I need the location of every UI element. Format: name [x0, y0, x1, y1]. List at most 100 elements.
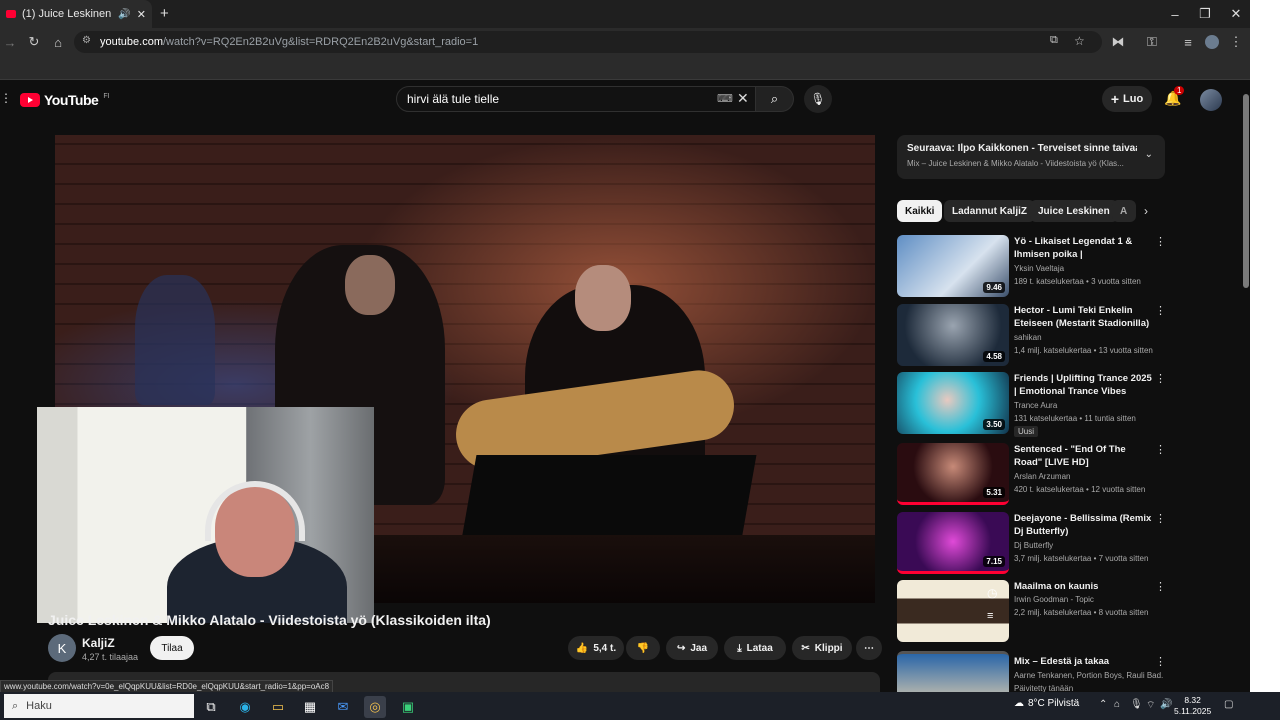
home-icon[interactable]: ⌂ [48, 32, 68, 52]
install-icon[interactable]: ⧉ [1050, 34, 1058, 47]
channel-name[interactable]: KaljiZ [82, 636, 115, 650]
search-input[interactable]: hirvi älä tule tielle ⌨ ✕ [396, 86, 756, 112]
download-button[interactable]: ⤓ Lataa [724, 636, 786, 660]
network-icon[interactable]: ⌂ [1114, 699, 1120, 710]
channel-avatar[interactable]: K [48, 634, 76, 662]
search-button[interactable]: ⌕ [756, 86, 794, 112]
chip-partial[interactable]: A [1112, 200, 1136, 222]
channel-name: Yksin Vaeltaja [1014, 264, 1065, 273]
task-view-icon[interactable]: ⧉ [200, 696, 222, 718]
subscriber-count: 4,27 t. tilaajaa [82, 652, 139, 662]
chip-uploaded-by[interactable]: Ladannut KaljiZ [944, 200, 1035, 222]
store-icon[interactable]: ▦ [299, 696, 321, 718]
list-item[interactable]: 5.31 Sentenced - "End Of The Road" [LIVE… [897, 443, 1167, 507]
dislike-button[interactable]: 👎 [626, 636, 660, 660]
spotify-app-icon[interactable]: ▣ [397, 696, 419, 718]
list-item[interactable]: 9.46 Yö - Likaiset Legendat 1 & Ihmisen … [897, 235, 1167, 299]
volume-icon[interactable]: 🔊 [1160, 699, 1172, 710]
list-item[interactable]: 7.15 Deejayone - Bellissima (Remix Dj Bu… [897, 512, 1167, 576]
more-vertical-icon[interactable]: ⋮ [1155, 372, 1166, 385]
tab-close-icon[interactable]: ✕ [137, 8, 146, 21]
account-avatar[interactable] [1200, 89, 1222, 111]
thumbnail[interactable]: 9.46 [897, 235, 1009, 297]
minimize-button[interactable]: – [1160, 2, 1190, 26]
like-button[interactable]: 👍 5,4 t. [568, 636, 624, 660]
chip-juice-leskinen[interactable]: Juice Leskinen [1030, 200, 1118, 222]
microphone-tray-icon[interactable]: 🎙 [1130, 699, 1143, 710]
notifications-button[interactable]: 🔔 1 [1164, 86, 1185, 107]
new-tab-button[interactable]: + [160, 5, 169, 22]
more-vertical-icon[interactable]: ⋮ [1155, 655, 1166, 668]
scrollbar-thumb[interactable] [1243, 94, 1249, 288]
channel-name: Trance Aura [1014, 401, 1058, 410]
list-item[interactable]: 3.50 Friends | Uplifting Trance 2025 | E… [897, 372, 1167, 437]
up-next-subtitle: Mix – Juice Leskinen & Mikko Alatalo - V… [907, 159, 1124, 168]
youtube-favicon-icon [6, 10, 16, 18]
new-badge: Uusi [1014, 426, 1039, 437]
channel-name: Irwin Goodman - Topic [1014, 595, 1094, 604]
keyboard-icon[interactable]: ⌨ [717, 92, 733, 105]
cloud-icon: ☁ [1014, 698, 1024, 709]
list-item[interactable]: Maailma on kaunis Irwin Goodman - Topic … [897, 580, 1167, 644]
thumbnail[interactable]: 5.31 [897, 443, 1009, 505]
mail-icon[interactable]: ✉ [332, 696, 354, 718]
site-info-icon[interactable]: ⚙ [82, 35, 91, 46]
share-button[interactable]: ↪ Jaa [666, 636, 718, 660]
watch-later-icon[interactable]: ◷ [987, 586, 997, 600]
weather-widget[interactable]: ☁ 8°C Pilvistä [1014, 698, 1079, 709]
notification-center-icon[interactable]: ▢ [1224, 699, 1233, 710]
wifi-icon[interactable]: ⌔ [1146, 699, 1155, 712]
bookmark-star-icon[interactable]: ☆ [1074, 34, 1085, 48]
taskbar-search-placeholder: Haku [26, 700, 52, 712]
youtube-logo[interactable]: YouTube FI [20, 92, 110, 108]
list-item[interactable]: 4.58 Hector - Lumi Teki Enkelin Eteiseen… [897, 304, 1167, 368]
more-actions-button[interactable]: ⋯ [856, 636, 882, 660]
thumbnail[interactable]: 4.58 [897, 304, 1009, 366]
reload-icon[interactable]: ↻ [24, 32, 44, 52]
chrome-icon[interactable]: ◎ [364, 696, 386, 718]
chevron-down-icon[interactable]: ⌄ [1145, 149, 1153, 160]
guide-menu-icon[interactable]: ⋮ [0, 91, 12, 105]
view-meta: 1,4 milj. katselukertaa • 13 vuotta sitt… [1014, 346, 1153, 355]
up-next-panel[interactable]: Seuraava: Ilpo Kaikkonen - Terveiset sin… [897, 135, 1165, 179]
subscribe-button[interactable]: Tilaa [150, 636, 194, 660]
more-vertical-icon[interactable]: ⋮ [1155, 304, 1166, 317]
forward-icon[interactable]: → [0, 32, 20, 52]
share-icon: ↪ [676, 642, 686, 654]
clear-search-icon[interactable]: ✕ [737, 90, 749, 107]
weather-text: 8°C Pilvistä [1028, 698, 1080, 709]
more-vertical-icon[interactable]: ⋮ [1155, 235, 1166, 248]
thumbnail[interactable]: 3.50 [897, 372, 1009, 434]
extensions-icon[interactable]: ⧓ [1108, 32, 1128, 52]
add-to-queue-icon[interactable]: ≡ [987, 610, 993, 622]
audio-icon[interactable]: 🔊 [118, 9, 130, 20]
view-meta: 3,7 milj. katselukertaa • 7 vuotta sitte… [1014, 554, 1149, 563]
taskbar-clock[interactable]: 8.32 5.11.2025 [1174, 695, 1211, 717]
browser-menu-icon[interactable]: ⋮ [1226, 32, 1246, 52]
password-key-icon[interactable]: ⚿ [1142, 32, 1162, 52]
channel-name: sahikan [1014, 333, 1042, 342]
search-icon: ⌕ [12, 699, 19, 712]
up-next-title: Seuraava: Ilpo Kaikkonen - Terveiset sin… [907, 143, 1137, 154]
clip-button[interactable]: ✂ Klippi [792, 636, 852, 660]
thumbnail[interactable]: 7.15 [897, 512, 1009, 574]
voice-search-button[interactable]: 🎙 [804, 85, 832, 113]
tab-youtube[interactable]: (1) Juice Leskinen & Mikko 🔊 ✕ [0, 0, 152, 28]
media-control-icon[interactable]: ≡ [1178, 32, 1198, 52]
address-bar[interactable]: ⚙ youtube.com/watch?v=RQ2En2B2uVg&list=R… [74, 31, 1102, 53]
more-vertical-icon[interactable]: ⋮ [1155, 580, 1166, 593]
chevron-up-icon[interactable]: ⌃ [1099, 699, 1107, 710]
restore-button[interactable]: ❐ [1190, 2, 1220, 26]
clock-time: 8.32 [1184, 695, 1201, 705]
file-explorer-icon[interactable]: ▭ [267, 696, 289, 718]
performer-left-head [345, 255, 395, 315]
chevron-right-icon[interactable]: › [1144, 204, 1148, 218]
window-close-button[interactable]: ✕ [1221, 2, 1251, 26]
chip-all[interactable]: Kaikki [897, 200, 943, 222]
more-vertical-icon[interactable]: ⋮ [1155, 443, 1166, 456]
create-button[interactable]: + Luo [1102, 86, 1152, 112]
edge-icon[interactable]: ◉ [234, 696, 256, 718]
more-vertical-icon[interactable]: ⋮ [1155, 512, 1166, 525]
taskbar-search[interactable]: ⌕ Haku [4, 694, 194, 718]
profile-icon[interactable] [1202, 32, 1222, 52]
